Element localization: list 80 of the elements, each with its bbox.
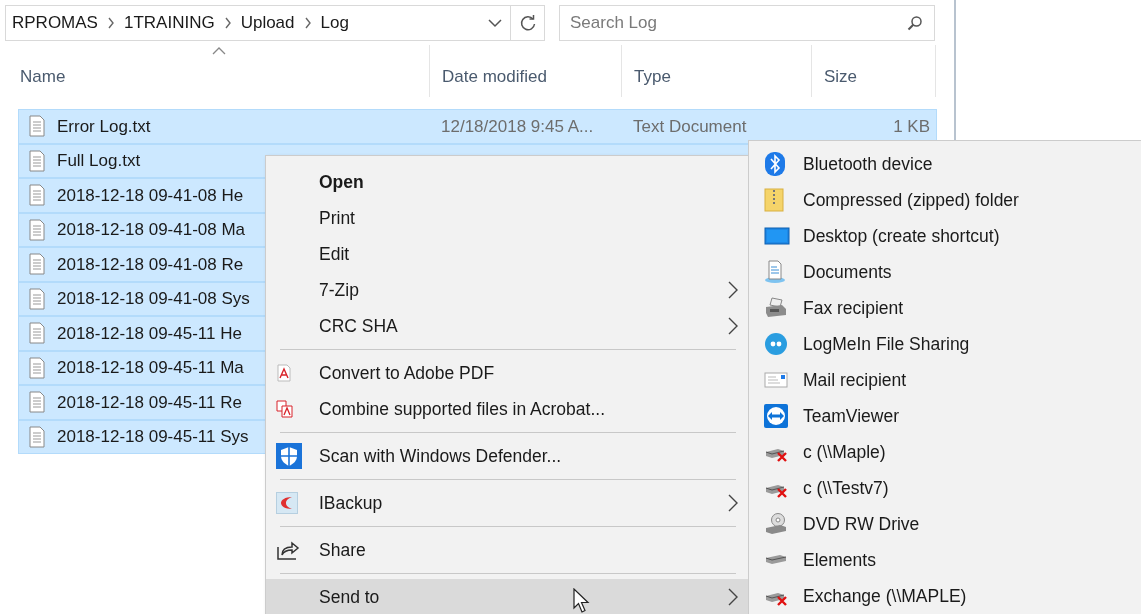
menu-item[interactable]: LogMeIn File Sharing — [749, 326, 1141, 362]
file-name: 2018-12-18 09-45-11 He — [57, 322, 242, 345]
text-file-icon — [27, 356, 47, 379]
shield-icon — [276, 443, 302, 469]
sort-caret-icon — [211, 47, 226, 55]
file-name: 2018-12-18 09-45-11 Ma — [57, 357, 244, 379]
menu-item[interactable]: IBackup — [266, 485, 748, 521]
file-name: 2018-12-18 09-41-08 Re — [57, 253, 244, 276]
search-icon[interactable] — [907, 15, 923, 31]
text-file-icon — [27, 287, 47, 310]
mouse-pointer-icon — [573, 588, 591, 614]
menu-item[interactable]: Convert to Adobe PDF — [266, 355, 748, 391]
file-row[interactable]: Error Log.txt 12/18/2018 9:45 A... Text Document 1 KB — [18, 109, 937, 144]
file-name: 2018-12-18 09-41-08 Sys — [57, 288, 250, 310]
menu-item[interactable]: c (\\Testv7) — [749, 470, 1141, 506]
chevron-icon — [303, 17, 312, 29]
menu-item[interactable]: DVD RW Drive — [749, 506, 1141, 542]
file-name: Error Log.txt — [57, 115, 151, 138]
text-file-icon — [27, 322, 47, 345]
file-name: 2018-12-18 09-45-11 Sys — [57, 426, 249, 448]
breadcrumb-item[interactable]: Upload — [240, 10, 295, 36]
pdf-document-icon — [276, 364, 292, 382]
menu-item[interactable]: Scan with Windows Defender... — [266, 438, 748, 474]
refresh-icon — [518, 14, 537, 32]
disc-drive-icon — [764, 512, 788, 536]
chat-bubble-icon — [764, 332, 788, 356]
column-header[interactable]: Date modified — [430, 45, 622, 97]
file-type: Text Document — [633, 115, 748, 138]
menu-item[interactable]: Send to — [266, 579, 748, 614]
menu-item[interactable]: Bluetooth device — [749, 146, 1141, 182]
breadcrumb-item[interactable]: Log — [320, 10, 349, 36]
file-size: 1 KB — [892, 115, 931, 138]
menu-item[interactable]: CRC SHA — [266, 308, 748, 344]
text-file-icon — [27, 425, 47, 448]
column-header[interactable]: Type — [622, 45, 812, 97]
address-bar[interactable]: RPROMAS 1TRAINING Upload Log — [5, 5, 545, 41]
file-date: 12/18/2018 9:45 A... — [441, 115, 595, 138]
menu-item[interactable]: c (\\Maple) — [749, 434, 1141, 470]
file-name: Full Log.txt — [57, 150, 141, 172]
text-file-icon — [27, 391, 47, 414]
menu-item[interactable]: Print — [266, 200, 748, 236]
text-file-icon — [27, 184, 47, 207]
fax-machine-icon — [764, 297, 788, 319]
breadcrumb-item[interactable]: RPROMAS — [12, 10, 98, 36]
menu-item[interactable]: Share — [266, 532, 748, 568]
crescent-logo-icon — [276, 492, 298, 514]
menu-item[interactable]: Fax recipient — [749, 290, 1141, 326]
menu-item[interactable]: Compressed (zipped) folder — [749, 182, 1141, 218]
text-file-icon — [27, 115, 47, 138]
menu-item[interactable]: Exchange (\\MAPLE) — [749, 578, 1141, 614]
two-way-arrow-icon — [764, 404, 788, 428]
menu-item[interactable]: Desktop (create shortcut) — [749, 218, 1141, 254]
column-header[interactable]: Name — [8, 45, 430, 97]
file-name: 2018-12-18 09-41-08 He — [57, 184, 244, 207]
breadcrumb-item[interactable]: 1TRAINING — [123, 10, 215, 36]
share-icon — [276, 539, 300, 561]
monitor-icon — [764, 226, 790, 246]
zipped-folder-icon — [764, 188, 784, 212]
menu-item[interactable]: TeamViewer — [749, 398, 1141, 434]
menu-item[interactable]: Mail recipient — [749, 362, 1141, 398]
menu-item[interactable]: Elements — [749, 542, 1141, 578]
menu-item[interactable]: 7-Zip — [266, 272, 748, 308]
text-file-icon — [27, 218, 47, 241]
menu-item[interactable]: Open — [266, 164, 748, 200]
menu-item[interactable]: Edit — [266, 236, 748, 272]
text-file-icon — [27, 149, 47, 172]
menu-item[interactable]: Documents — [749, 254, 1141, 290]
search-field[interactable]: Search Log — [559, 5, 935, 41]
bluetooth-icon — [764, 152, 786, 176]
chevron-icon — [106, 17, 115, 29]
dropdown-chevron-icon[interactable] — [488, 18, 502, 28]
envelope-icon — [764, 371, 788, 389]
menu-item[interactable]: Combine supported files in Acrobat... — [266, 391, 748, 427]
file-name: 2018-12-18 09-45-11 Re — [57, 391, 242, 414]
column-header[interactable]: Size — [812, 45, 936, 97]
file-name: 2018-12-18 09-41-08 Ma — [57, 219, 246, 241]
stacked-pdf-icon — [276, 400, 294, 418]
text-file-icon — [27, 253, 47, 276]
chevron-icon — [223, 17, 232, 29]
document-icon — [764, 260, 786, 284]
